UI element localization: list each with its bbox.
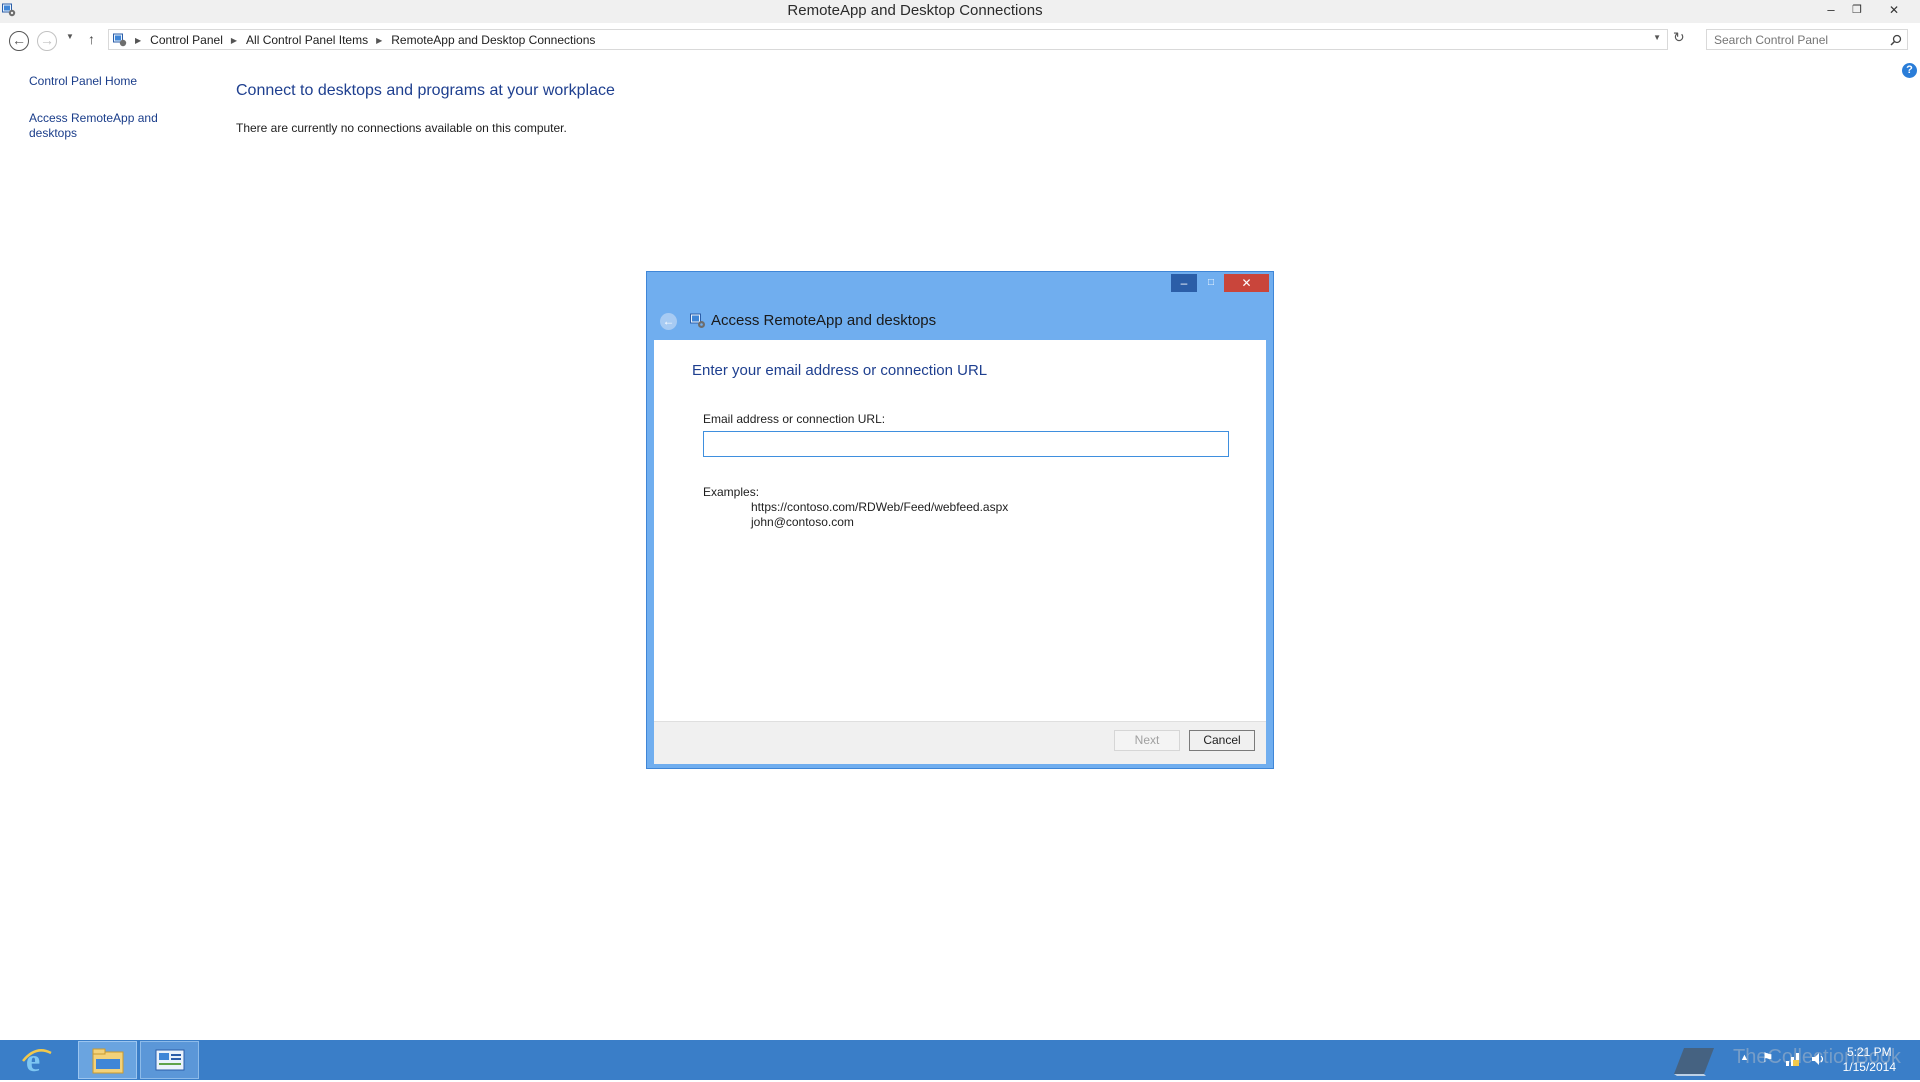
breadcrumb-separator-icon[interactable]: ▶ — [376, 36, 382, 45]
sidebar-item-label-line1: Access RemoteApp and — [29, 111, 158, 125]
example-email: john@contoso.com — [751, 515, 854, 529]
volume-icon[interactable] — [1810, 1051, 1826, 1067]
navigation-bar: ← → ▼ ↑ ▶ Control Panel ▶ All Control Pa… — [0, 27, 1920, 53]
dialog-instruction: Enter your email address or connection U… — [692, 362, 988, 379]
breadcrumb-separator-icon[interactable]: ▶ — [231, 36, 237, 45]
breadcrumb-remoteapp[interactable]: RemoteApp and Desktop Connections — [391, 33, 595, 47]
system-clock[interactable]: 5:21 PM 1/15/2014 — [1843, 1045, 1896, 1075]
file-explorer-taskbar-button[interactable] — [78, 1041, 137, 1079]
window-title-bar: RemoteApp and Desktop Connections – ❐ ✕ — [0, 0, 1920, 23]
control-panel-icon — [155, 1049, 185, 1071]
status-text: There are currently no connections avail… — [236, 121, 567, 135]
show-hidden-icons-chevron-icon[interactable]: ▲ — [1740, 1052, 1749, 1062]
window-title: RemoteApp and Desktop Connections — [787, 2, 1043, 19]
close-button[interactable]: ✕ — [1880, 0, 1908, 20]
examples-heading: Examples: — [703, 485, 760, 499]
cancel-button[interactable]: Cancel — [1189, 730, 1255, 751]
action-center-flag-icon[interactable]: ⚑ — [1762, 1050, 1774, 1066]
clock-time: 5:21 PM — [1846, 1045, 1892, 1059]
help-icon[interactable]: ? — [1902, 63, 1917, 78]
book-logo-icon — [1674, 1048, 1714, 1076]
dialog-minimize-button[interactable]: – — [1171, 274, 1197, 292]
dialog-title: Access RemoteApp and desktops — [711, 312, 937, 329]
sidebar-item-control-panel-home[interactable]: Control Panel Home — [29, 74, 137, 89]
network-icon[interactable] — [1785, 1051, 1801, 1067]
control-panel-taskbar-button[interactable] — [140, 1041, 199, 1079]
breadcrumb-separator-icon[interactable]: ▶ — [135, 36, 141, 45]
refresh-icon[interactable]: ↻ — [1673, 29, 1685, 46]
remoteapp-dialog-icon — [690, 313, 705, 328]
forward-icon[interactable]: → — [37, 31, 57, 51]
internet-explorer-icon: e — [22, 1042, 52, 1078]
restore-button[interactable]: ❐ — [1843, 0, 1871, 20]
connection-url-input[interactable] — [703, 431, 1229, 457]
control-panel-location-icon — [113, 33, 127, 47]
sidebar-item-label-line2: desktops — [29, 126, 78, 140]
search-box[interactable] — [1706, 29, 1908, 50]
page-title: Connect to desktops and programs at your… — [236, 82, 615, 99]
clock-date: 1/15/2014 — [1842, 1060, 1896, 1074]
access-remoteapp-dialog: – □ ✕ ← Access RemoteApp and desktops En… — [646, 271, 1274, 769]
folder-icon — [92, 1048, 124, 1074]
svg-text:e: e — [26, 1042, 40, 1078]
breadcrumb-control-panel[interactable]: Control Panel — [150, 33, 223, 47]
dialog-button-bar: Next Cancel — [654, 721, 1266, 764]
example-url: https://contoso.com/RDWeb/Feed/webfeed.a… — [751, 500, 1009, 514]
address-history-chevron-icon[interactable]: ▼ — [1653, 33, 1661, 42]
dialog-close-button[interactable]: ✕ — [1224, 274, 1269, 292]
minimize-button[interactable]: – — [1817, 0, 1845, 20]
next-button[interactable]: Next — [1114, 730, 1180, 751]
up-arrow-icon[interactable]: ↑ — [88, 31, 95, 47]
dialog-back-icon[interactable]: ← — [660, 313, 677, 330]
sidebar-item-access-remoteapp[interactable]: Access RemoteApp and desktops — [29, 111, 158, 141]
dialog-maximize-icon[interactable]: □ — [1198, 274, 1224, 292]
dialog-content-panel: Enter your email address or connection U… — [654, 340, 1266, 721]
search-icon[interactable] — [1890, 34, 1902, 46]
back-icon[interactable]: ← — [9, 31, 29, 51]
recent-locations-chevron-icon[interactable]: ▼ — [66, 32, 74, 41]
search-input[interactable] — [1707, 30, 1884, 49]
internet-explorer-taskbar-button[interactable]: e — [17, 1041, 76, 1079]
breadcrumb-all-control-panel-items[interactable]: All Control Panel Items — [246, 33, 368, 47]
taskbar: e TheCollectionBook ▲ ⚑ — [0, 1040, 1920, 1080]
address-bar[interactable]: ▶ Control Panel ▶ All Control Panel Item… — [108, 29, 1668, 50]
connection-url-label: Email address or connection URL: — [703, 412, 886, 426]
